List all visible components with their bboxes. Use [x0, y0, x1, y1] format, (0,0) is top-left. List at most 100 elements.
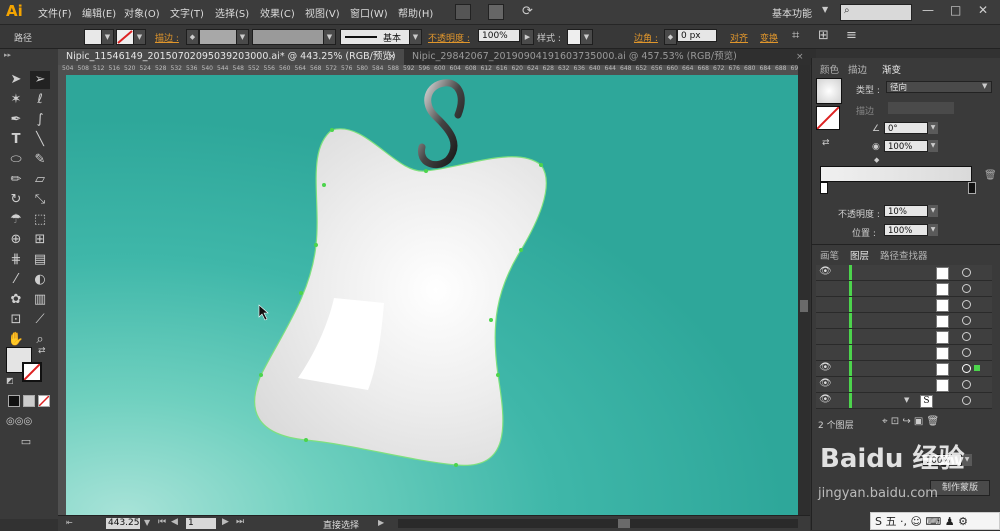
profile-dropdown[interactable]: ▼	[323, 29, 336, 45]
stroke-gradient-buttons[interactable]	[888, 102, 954, 114]
none-mode-icon[interactable]	[38, 395, 50, 407]
next-artboard-icon[interactable]: ▶	[222, 517, 229, 527]
gradient-stop-left[interactable]	[820, 182, 828, 194]
zoom-dropdown-icon[interactable]: ▼	[144, 518, 150, 527]
menu-edit[interactable]: 编辑(E)	[82, 5, 116, 20]
ellipse-tool-icon[interactable]: ⬭	[6, 151, 26, 169]
corner-label[interactable]: 边角 :	[634, 31, 658, 44]
layer-row[interactable]	[816, 329, 992, 345]
stop-opacity-dropdown[interactable]: ▼	[928, 205, 938, 217]
fill-dropdown[interactable]: ▼	[101, 29, 114, 45]
target-circle-icon[interactable]	[962, 300, 971, 309]
variable-width-profile[interactable]	[252, 29, 324, 45]
layer-action-icons[interactable]: ⌖ ⊡ ↪ ▣ 🗑	[882, 416, 939, 427]
artboard-tool-icon[interactable]: ⊡	[6, 311, 26, 329]
draw-mode-icon[interactable]: ◎◎◎	[6, 413, 32, 431]
target-circle-icon[interactable]	[962, 348, 971, 357]
tab-brushes[interactable]: 画笔	[820, 248, 839, 262]
pen-tool-icon[interactable]: ✒	[6, 111, 26, 129]
corner-stepper[interactable]: ◆	[664, 29, 677, 45]
align-label[interactable]: 对齐	[730, 31, 748, 44]
pencil-icon[interactable]: ✏	[6, 171, 26, 189]
gradient-stroke-swatch[interactable]	[816, 106, 840, 130]
selection-indicator[interactable]	[974, 365, 980, 371]
delete-stop-icon[interactable]: 🗑	[984, 170, 997, 181]
screen-mode-icon[interactable]: ▭	[16, 433, 36, 451]
stroke-dropdown[interactable]: ▼	[133, 29, 146, 45]
perspective-grid-icon[interactable]: ⊞	[30, 231, 50, 249]
help-search-input[interactable]: ⌕	[840, 4, 912, 21]
aspect-dropdown[interactable]: ▼	[928, 140, 938, 152]
stroke-color-swatch[interactable]	[22, 362, 42, 382]
visibility-eye-icon[interactable]: 👁	[819, 394, 832, 405]
menu-object[interactable]: 对象(O)	[124, 5, 160, 20]
expand-triangle-icon[interactable]: ▼	[904, 396, 909, 404]
stroke-weight-field[interactable]	[199, 29, 237, 45]
graphic-style-swatch[interactable]	[567, 29, 581, 45]
rotate-tool-icon[interactable]: ↻	[6, 191, 26, 209]
target-circle-icon[interactable]	[962, 284, 971, 293]
menu-effect[interactable]: 效果(C)	[260, 5, 295, 20]
brush-dropdown[interactable]: ▼	[409, 29, 422, 45]
gradient-preview-swatch[interactable]	[816, 78, 842, 104]
isolate-icon[interactable]: ⌗	[792, 28, 799, 43]
fill-swatch[interactable]	[84, 29, 102, 45]
opacity-label[interactable]: 不透明度 :	[428, 31, 470, 44]
artboard-nav-icon[interactable]: ⇤	[66, 518, 73, 527]
warp-tool-icon[interactable]: ☂	[6, 211, 26, 229]
menu-help[interactable]: 帮助(H)	[398, 5, 433, 20]
eraser-icon[interactable]: ▱	[30, 171, 50, 189]
target-circle-icon[interactable]	[962, 332, 971, 341]
corner-radius-field[interactable]: 0 px	[677, 29, 717, 42]
chevron-down-icon[interactable]: ▼	[982, 82, 987, 90]
tab-layers[interactable]: 图层	[850, 248, 869, 262]
stop-location-field[interactable]: 100%	[884, 224, 928, 236]
swap-colors-icon[interactable]: ⇄	[38, 346, 46, 356]
opacity-field[interactable]: 100%	[478, 29, 520, 42]
line-tool-icon[interactable]: ╲	[30, 131, 50, 149]
midpoint-diamond-icon[interactable]: ◆	[874, 156, 879, 164]
status-arrow-icon[interactable]: ▶	[378, 518, 384, 527]
mesh-tool-icon[interactable]: ⋕	[6, 251, 26, 269]
stroke-weight-stepper[interactable]: ◆	[186, 29, 199, 45]
tab-color[interactable]: 颜色	[820, 62, 839, 76]
sync-icon[interactable]: ⟳	[522, 4, 533, 19]
shape-builder-icon[interactable]: ⊕	[6, 231, 26, 249]
collapse-icon[interactable]: ▸▸	[4, 51, 11, 59]
scale-tool-icon[interactable]: ⤡	[30, 191, 50, 209]
chevron-down-icon[interactable]: ▼	[822, 5, 828, 14]
aspect-ratio-field[interactable]: 100%	[884, 140, 928, 152]
tab-document-1[interactable]: Nipic_11546149_20150702095039203000.ai* …	[58, 49, 410, 65]
maximize-icon[interactable]: □	[950, 3, 961, 17]
close-tab-icon[interactable]: ×	[796, 49, 804, 65]
curvature-tool-icon[interactable]: ∫	[30, 111, 50, 129]
close-icon[interactable]: ✕	[978, 3, 988, 17]
layer-row[interactable]: 👁	[816, 377, 992, 393]
free-transform-icon[interactable]: ⬚	[30, 211, 50, 229]
opacity-arrow[interactable]: ▶	[521, 29, 534, 45]
menu-select[interactable]: 选择(S)	[215, 5, 249, 20]
tab-document-2[interactable]: Nipic_29842067_20190904191603735000.ai @…	[404, 49, 816, 65]
first-artboard-icon[interactable]: ⏮	[158, 517, 166, 527]
paintbrush-icon[interactable]: ✎	[30, 151, 50, 169]
zoom-field[interactable]: 443.25	[106, 518, 140, 529]
gradient-slider[interactable]	[820, 166, 972, 182]
visibility-eye-icon[interactable]: 👁	[819, 362, 832, 373]
target-circle-icon[interactable]	[962, 396, 971, 405]
artboard-number-field[interactable]: 1	[186, 518, 216, 529]
angle-field[interactable]: 0°	[884, 122, 928, 134]
lasso-icon[interactable]: ℓ	[30, 91, 50, 109]
reverse-gradient-icon[interactable]: ⇄	[822, 138, 830, 148]
default-colors-icon[interactable]: ◩	[6, 376, 14, 385]
magic-wand-icon[interactable]: ✶	[6, 91, 26, 109]
menu-file[interactable]: 文件(F)	[38, 5, 72, 20]
make-mask-button[interactable]: 制作蒙版	[930, 480, 990, 496]
slice-tool-icon[interactable]: ⟋	[30, 311, 50, 329]
vertical-scroll-thumb[interactable]	[800, 300, 808, 312]
stroke-label[interactable]: 描边 :	[155, 31, 179, 44]
horizontal-scroll-thumb[interactable]	[618, 519, 630, 528]
layer-row-selected[interactable]: 👁	[816, 361, 992, 377]
blend-tool-icon[interactable]: ◐	[30, 271, 50, 289]
close-tab-icon[interactable]: ×	[388, 49, 396, 65]
workspace-switcher[interactable]: 基本功能	[772, 5, 812, 20]
